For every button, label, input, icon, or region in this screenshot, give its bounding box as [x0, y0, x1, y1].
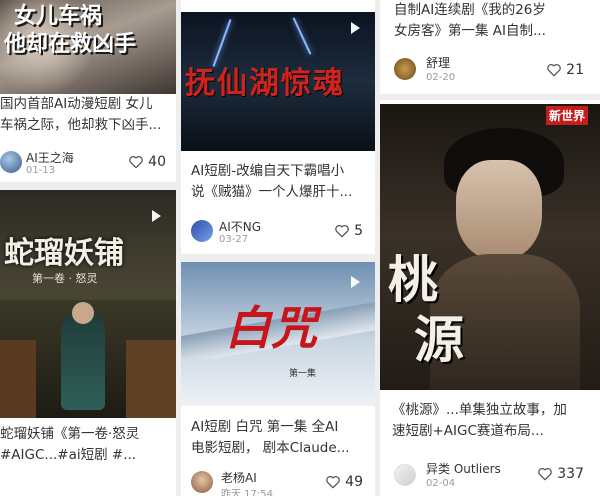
card-description[interactable]: 蛇瑠妖铺《第一卷·怒灵 #AIGC...#ai短剧 #...: [0, 424, 172, 466]
like-count: 5: [354, 223, 363, 239]
author-avatar[interactable]: [394, 58, 416, 80]
desc-line: 速短剧+AIGC赛道布局...: [392, 423, 544, 439]
video-thumbnail[interactable]: 蛇瑠妖铺 第一卷 · 怒灵: [0, 190, 176, 418]
feed-card-3[interactable]: 自制AI连续剧《我的26岁 女房客》第一集 AI自制... 舒理 02-20 2…: [380, 0, 600, 94]
feed-card-6[interactable]: 桃 源 新世界 《桃源》...单集独立故事，加 速短剧+AIGC赛道布局... …: [380, 100, 600, 496]
video-thumbnail[interactable]: 白咒 第一集: [181, 262, 375, 406]
poster-title: 蛇瑠妖铺: [4, 236, 124, 271]
poster-subtitle: 第一卷 · 怒灵: [32, 272, 98, 285]
poster-title-line2: 他却在救凶手: [4, 31, 137, 57]
desc-line: 电影短剧， 剧本Claude...: [191, 440, 350, 456]
card-description[interactable]: AI短剧 白咒 第一集 全AI 电影短剧， 剧本Claude...: [191, 417, 369, 459]
desc-line: 说《贼猫》一个人爆肝十...: [191, 184, 353, 200]
feed-card-1[interactable]: 女儿车祸 他却在救凶手 国内首部AI动漫短剧 女儿 车祸之际，他却救下凶手...…: [0, 0, 176, 182]
post-date: 03-27: [219, 234, 249, 245]
card-description[interactable]: 自制AI连续剧《我的26岁 女房客》第一集 AI自制...: [394, 0, 594, 42]
feed-card-5[interactable]: 白咒 第一集 AI短剧 白咒 第一集 全AI 电影短剧， 剧本Claude...…: [181, 262, 375, 496]
video-thumbnail[interactable]: 抚仙湖惊魂: [181, 12, 375, 151]
desc-line: 车祸之际，他却救下凶手...: [0, 117, 162, 133]
video-thumbnail[interactable]: 桃 源 新世界: [380, 104, 600, 390]
like-button[interactable]: 21: [546, 62, 584, 78]
poster-badge: 新世界: [545, 106, 588, 125]
post-date: 01-13: [26, 165, 56, 176]
author-avatar[interactable]: [394, 464, 416, 486]
heart-icon: [326, 475, 340, 489]
feed-card-2[interactable]: 抚仙湖惊魂 AI短剧-改编自天下霸唱小 说《贼猫》一个人爆肝十... AI不NG…: [181, 0, 375, 254]
post-date: 02-04: [426, 478, 456, 489]
feed-card-4[interactable]: 蛇瑠妖铺 第一卷 · 怒灵 蛇瑠妖铺《第一卷·怒灵 #AIGC...#ai短剧 …: [0, 190, 176, 496]
like-button[interactable]: 40: [128, 154, 166, 170]
like-count: 21: [566, 62, 584, 78]
play-icon: [351, 276, 360, 288]
poster-title-char2: 源: [414, 310, 464, 369]
desc-line: AI短剧 白咒 第一集 全AI: [191, 419, 339, 435]
heart-icon: [129, 155, 143, 169]
author-name[interactable]: AI王之海: [26, 149, 74, 166]
author-name[interactable]: AI不NG: [219, 218, 261, 235]
like-button[interactable]: 49: [325, 474, 363, 490]
poster-title: 白咒: [225, 301, 317, 355]
author-name[interactable]: 老杨AI: [221, 469, 257, 486]
desc-line: 国内首部AI动漫短剧 女儿: [0, 96, 153, 112]
like-count: 40: [148, 154, 166, 170]
card-description[interactable]: AI短剧-改编自天下霸唱小 说《贼猫》一个人爆肝十...: [191, 161, 369, 203]
video-thumbnail[interactable]: 女儿车祸 他却在救凶手: [0, 0, 176, 94]
desc-line: #AIGC...#ai短剧 #...: [0, 447, 137, 463]
like-count: 337: [557, 466, 584, 482]
desc-line: 自制AI连续剧《我的26岁: [394, 2, 546, 18]
like-button[interactable]: 5: [334, 223, 363, 239]
post-date: 02-20: [426, 72, 456, 83]
author-avatar[interactable]: [191, 220, 213, 242]
like-button[interactable]: 337: [537, 466, 584, 482]
card-description[interactable]: 国内首部AI动漫短剧 女儿 车祸之际，他却救下凶手...: [0, 94, 172, 136]
poster-title: 抚仙湖惊魂: [185, 66, 345, 101]
desc-line: 《桃源》...单集独立故事，加: [392, 402, 567, 418]
like-count: 49: [345, 474, 363, 490]
play-icon: [152, 210, 161, 222]
desc-line: 蛇瑠妖铺《第一卷·怒灵: [0, 426, 140, 442]
heart-icon: [335, 224, 349, 238]
heart-icon: [538, 467, 553, 481]
desc-line: 女房客》第一集 AI自制...: [394, 23, 546, 39]
author-name[interactable]: 舒理: [426, 54, 450, 71]
post-date: 昨天 17:54: [221, 489, 273, 496]
author-avatar[interactable]: [0, 151, 22, 173]
card-description[interactable]: 《桃源》...单集独立故事，加 速短剧+AIGC赛道布局...: [392, 400, 596, 442]
desc-line: AI短剧-改编自天下霸唱小: [191, 163, 345, 179]
poster-subtitle: 第一集: [289, 369, 317, 379]
heart-icon: [547, 63, 561, 77]
author-name[interactable]: 异类 Outliers: [426, 460, 501, 477]
author-avatar[interactable]: [191, 471, 213, 493]
play-icon: [351, 22, 360, 34]
